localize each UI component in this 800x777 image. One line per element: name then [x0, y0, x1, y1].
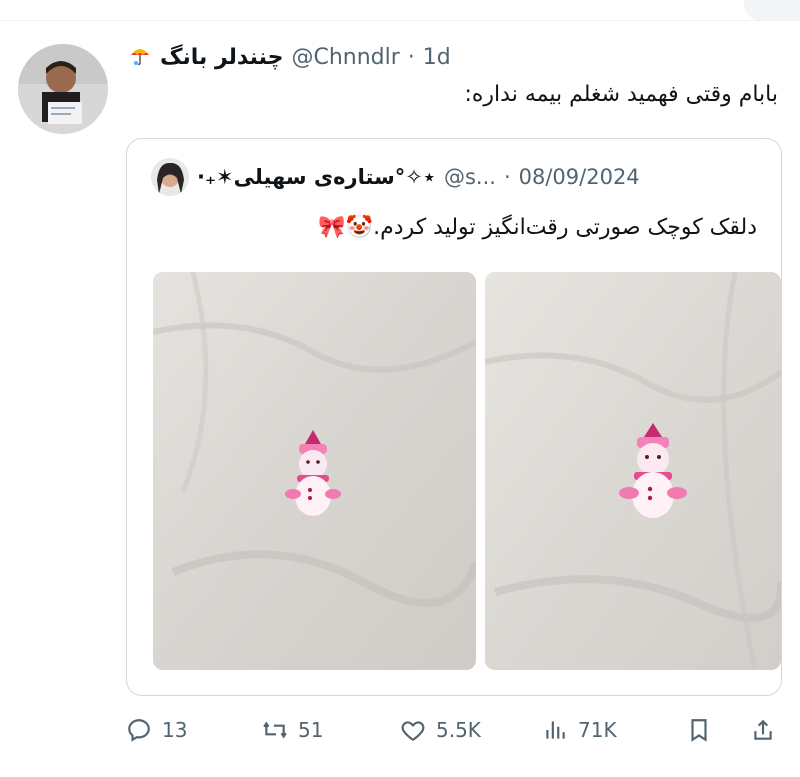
- views-chart-icon: [542, 717, 568, 743]
- quoted-author-display-name[interactable]: ⋆✧°ستاره‌ی سهیلی✶₊·: [197, 165, 436, 189]
- author-avatar[interactable]: [18, 44, 108, 134]
- quoted-author-avatar: [151, 158, 189, 196]
- tweet-header: چنندلر بانگ @Chnndlr · 1d: [128, 40, 782, 74]
- reply-button[interactable]: 13: [126, 708, 187, 752]
- like-count: 5.5K: [436, 718, 481, 742]
- retweet-icon: [262, 717, 288, 743]
- like-button[interactable]: 5.5K: [400, 708, 481, 752]
- views-count: 71K: [578, 718, 617, 742]
- top-corner-fragment: [744, 0, 800, 20]
- tweet-text: بابام وقتی فهمید شغلم بیمه نداره:: [464, 82, 778, 107]
- umbrella-icon: [128, 43, 152, 71]
- bookmark-button[interactable]: [686, 708, 712, 752]
- heart-icon: [400, 717, 426, 743]
- share-button[interactable]: [750, 708, 776, 752]
- tweet-actions-bar: 13 51 5.5K 71K: [126, 708, 780, 752]
- top-divider: [0, 20, 800, 21]
- snowman-figurine-photo-left[interactable]: [153, 272, 476, 670]
- quoted-author-handle[interactable]: @s...: [444, 165, 496, 189]
- bookmark-icon: [686, 717, 712, 743]
- quoted-tweet-header: ⋆✧°ستاره‌ی سهیلی✶₊· @s... · 08/09/2024: [151, 158, 763, 196]
- reply-count: 13: [162, 718, 188, 742]
- quoted-header-separator: ·: [503, 165, 511, 189]
- retweet-button[interactable]: 51: [262, 708, 323, 752]
- header-separator: ·: [407, 44, 415, 70]
- quoted-tweet-text: دلقک کوچک صورتی رقت‌انگیز تولید کردم.🤡🎀: [318, 215, 757, 240]
- tweet-timestamp[interactable]: 1d: [423, 45, 451, 70]
- author-display-name[interactable]: چنندلر بانگ: [160, 45, 283, 70]
- snowman-figurine-photo-right[interactable]: [485, 272, 781, 670]
- share-icon: [750, 717, 776, 743]
- reply-icon: [126, 717, 152, 743]
- quoted-tweet-date[interactable]: 08/09/2024: [519, 165, 640, 189]
- quoted-tweet[interactable]: ⋆✧°ستاره‌ی سهیلی✶₊· @s... · 08/09/2024 د…: [126, 138, 782, 696]
- retweet-count: 51: [298, 718, 324, 742]
- author-handle[interactable]: @Chnndlr: [291, 45, 399, 70]
- views-button[interactable]: 71K: [542, 708, 617, 752]
